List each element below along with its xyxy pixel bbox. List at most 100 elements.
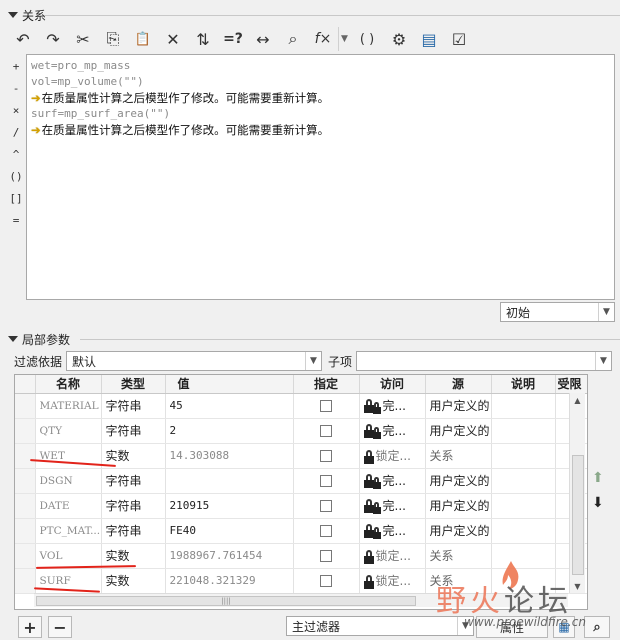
param-source-cell[interactable]: 关系 (425, 443, 492, 469)
param-type-cell[interactable]: 字符串 (101, 418, 166, 444)
function-dropdown-caret[interactable]: ▼ (338, 27, 350, 51)
designate-checkbox[interactable] (320, 475, 332, 487)
switch-dimensions-icon[interactable]: ⇅ (188, 27, 218, 51)
cut-icon[interactable]: ✂ (68, 27, 98, 51)
row-stub[interactable] (15, 543, 36, 569)
scrollbar-thumb[interactable] (572, 455, 584, 575)
scroll-down-icon[interactable]: ▼ (570, 579, 585, 593)
scroll-up-icon[interactable]: ▲ (570, 393, 585, 407)
param-value-cell[interactable]: 14.303088 (165, 443, 294, 469)
table-row[interactable]: MATERIAL 字符串 45 完... 用户定义的 (15, 393, 587, 419)
param-value-cell[interactable]: FE40 (165, 518, 294, 544)
param-source-cell[interactable]: 关系 (425, 543, 492, 569)
param-name-cell[interactable]: DATE (35, 493, 102, 519)
insert-parameter-icon[interactable]: ⌕ (278, 27, 308, 51)
table-horizontal-scrollbar[interactable]: |||| (34, 593, 568, 607)
designate-checkbox[interactable] (320, 550, 332, 562)
column-header-description[interactable]: 说明 (491, 375, 556, 394)
table-row[interactable]: DATE 字符串 210915 完... 用户定义的 (15, 493, 587, 519)
move-down-icon[interactable]: ⬇ (592, 495, 604, 511)
operator-brackets[interactable]: [] (8, 187, 24, 209)
column-header-access[interactable]: 访问 (359, 375, 426, 394)
param-value-cell[interactable] (165, 468, 294, 494)
row-stub[interactable] (15, 393, 36, 419)
operator-equals[interactable]: = (8, 209, 24, 231)
row-stub[interactable] (15, 418, 36, 444)
param-value-cell[interactable]: 210915 (165, 493, 294, 519)
table-row[interactable]: VOL 实数 1988967.761454 锁定... 关系 (15, 543, 587, 569)
param-name-cell[interactable]: MATERIAL (35, 393, 102, 419)
table-row[interactable]: SURF 实数 221048.321329 锁定... 关系 (15, 568, 587, 594)
param-description-cell[interactable] (491, 443, 556, 469)
add-parameter-button[interactable]: + (18, 616, 42, 638)
param-description-cell[interactable] (491, 493, 556, 519)
param-source-cell[interactable]: 用户定义的 (425, 418, 492, 444)
param-description-cell[interactable] (491, 518, 556, 544)
row-stub[interactable] (15, 443, 36, 469)
remove-parameter-button[interactable]: − (48, 616, 72, 638)
verify-icon[interactable]: ⚙ (384, 27, 414, 51)
param-access-cell[interactable]: 锁定... (359, 568, 426, 594)
param-description-cell[interactable] (491, 543, 556, 569)
operator-parentheses[interactable]: () (8, 165, 24, 187)
table-row[interactable]: DSGN 字符串 完... 用户定义的 (15, 468, 587, 494)
sort-relations-icon[interactable]: ▤ (414, 27, 444, 51)
param-source-cell[interactable]: 用户定义的 (425, 493, 492, 519)
evaluate-icon[interactable]: =? (218, 27, 248, 51)
param-name-cell[interactable]: VOL (35, 543, 102, 569)
designate-checkbox[interactable] (320, 575, 332, 587)
param-source-cell[interactable]: 用户定义的 (425, 518, 492, 544)
undo-icon[interactable]: ↶ (8, 27, 38, 51)
table-row[interactable]: PTC_MAT... 字符串 FE40 完... 用户定义的 (15, 518, 587, 544)
insert-dimension-icon[interactable]: ↔ (248, 27, 278, 51)
column-header-designate[interactable]: 指定 (293, 375, 360, 394)
scrollbar-thumb[interactable]: |||| (36, 596, 416, 606)
designate-checkbox[interactable] (320, 400, 332, 412)
designate-checkbox[interactable] (320, 425, 332, 437)
operator-power[interactable]: ^ (8, 143, 24, 165)
local-params-section-header[interactable]: 局部参数 (0, 330, 70, 348)
param-value-cell[interactable]: 45 (165, 393, 294, 419)
search-icon[interactable]: ⌕ (584, 616, 610, 638)
param-name-cell[interactable]: PTC_MAT... (35, 518, 102, 544)
table-row[interactable]: QTY 字符串 2 完... 用户定义的 (15, 418, 587, 444)
relations-editor[interactable]: wet=pro_mp_mass vol=mp_volume("") ➔在质量属性… (26, 54, 615, 300)
column-header-source[interactable]: 源 (425, 375, 492, 394)
param-value-cell[interactable]: 1988967.761454 (165, 543, 294, 569)
copy-icon[interactable]: ⎘ (98, 27, 128, 51)
main-filter-select[interactable]: 主过滤器 ▼ (286, 616, 474, 636)
subitem-select[interactable]: ▼ (356, 351, 612, 371)
param-type-cell[interactable]: 字符串 (101, 493, 166, 519)
designate-checkbox[interactable] (320, 525, 332, 537)
insert-function-icon[interactable]: f× (308, 27, 338, 51)
table-vertical-scrollbar[interactable]: ▲ ▼ (569, 393, 585, 593)
operator-minus[interactable]: - (8, 77, 24, 99)
row-stub[interactable] (15, 493, 36, 519)
param-source-cell[interactable]: 用户定义的 (425, 468, 492, 494)
param-access-cell[interactable]: 完... (359, 468, 426, 494)
param-access-cell[interactable]: 完... (359, 518, 426, 544)
insert-brackets-icon[interactable]: ( ) (350, 27, 384, 51)
param-source-cell[interactable]: 关系 (425, 568, 492, 594)
redo-icon[interactable]: ↷ (38, 27, 68, 51)
operator-plus[interactable]: + (8, 55, 24, 77)
properties-button[interactable]: 属性 (476, 616, 548, 638)
row-stub[interactable] (15, 468, 36, 494)
check-icon[interactable]: ☑ (444, 27, 474, 51)
param-access-cell[interactable]: 完... (359, 493, 426, 519)
param-source-cell[interactable]: 用户定义的 (425, 393, 492, 419)
row-stub[interactable] (15, 568, 36, 594)
move-up-icon[interactable]: ⬆ (592, 470, 604, 486)
param-description-cell[interactable] (491, 418, 556, 444)
param-description-cell[interactable] (491, 568, 556, 594)
delete-icon[interactable]: ✕ (158, 27, 188, 51)
operator-multiply[interactable]: × (8, 99, 24, 121)
param-type-cell[interactable]: 字符串 (101, 468, 166, 494)
paste-icon[interactable]: 📋 (128, 27, 158, 51)
param-type-cell[interactable]: 字符串 (101, 393, 166, 419)
column-header-restricted[interactable]: 受限 (555, 375, 587, 394)
designate-checkbox[interactable] (320, 450, 332, 462)
param-access-cell[interactable]: 锁定... (359, 443, 426, 469)
param-access-cell[interactable]: 完... (359, 418, 426, 444)
param-description-cell[interactable] (491, 393, 556, 419)
